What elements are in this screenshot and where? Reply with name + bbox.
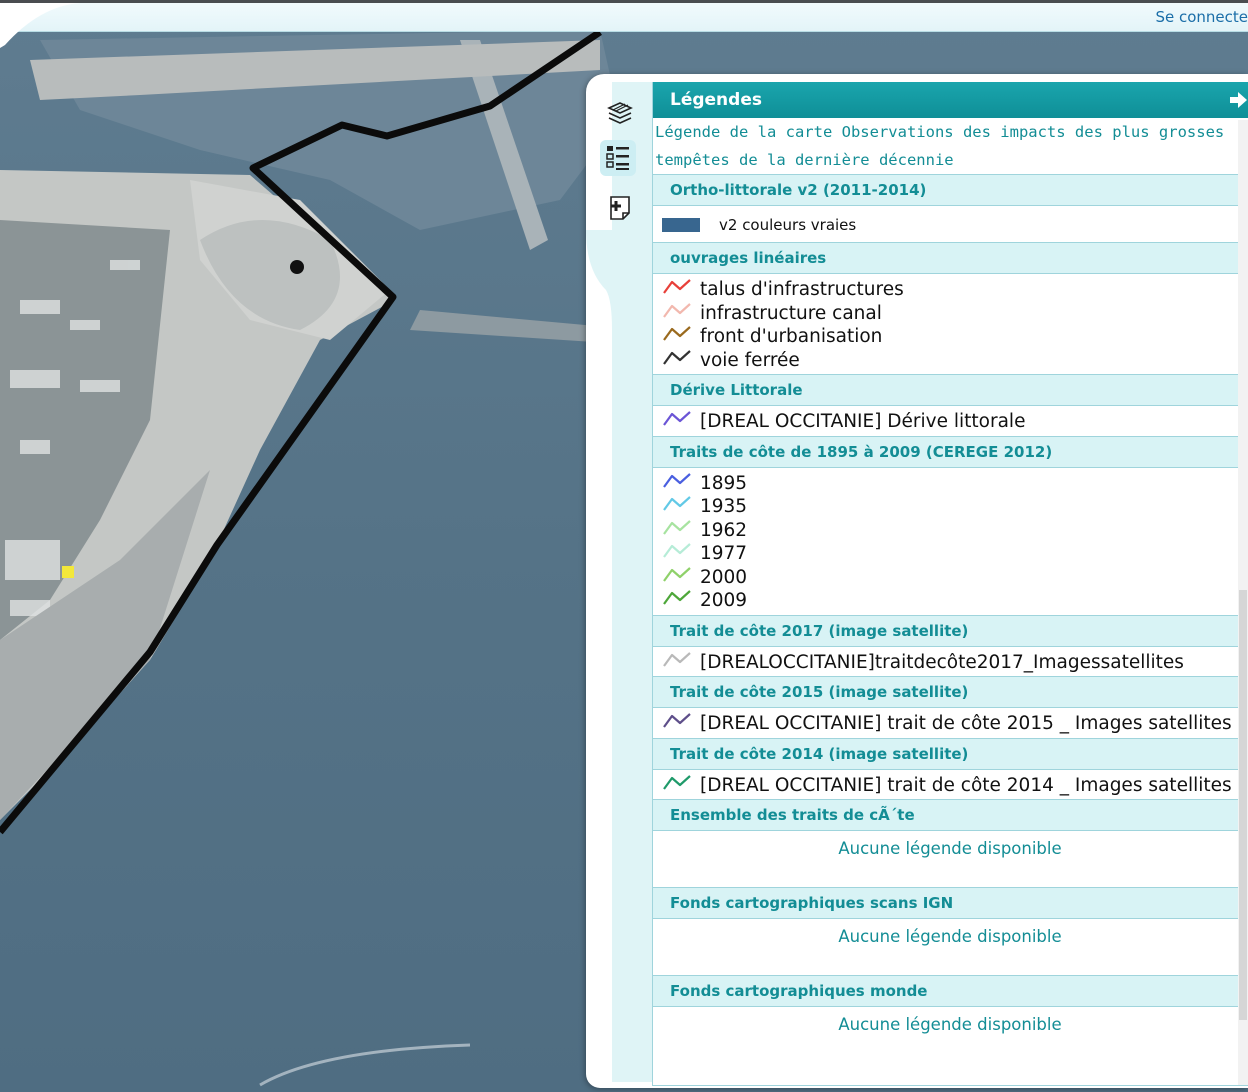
legend-group-body: Aucune légende disponible: [653, 831, 1238, 887]
side-panel-toolbar-bg: [612, 82, 652, 1082]
legend-group-body: [DREAL OCCITANIE] trait de côte 2015 _ I…: [653, 708, 1238, 738]
line-symbol-icon: [662, 301, 700, 326]
legend-group-header[interactable]: Trait de côte 2017 (image satellite): [653, 614, 1238, 647]
legend-item: [DREAL OCCITANIE] Dérive littorale: [662, 410, 1238, 434]
legend-item: talus d'infrastructures: [662, 278, 1238, 302]
legend-group-header[interactable]: Ortho-littorale v2 (2011-2014): [653, 174, 1238, 206]
legend-group-header[interactable]: Trait de côte 2014 (image satellite): [653, 737, 1238, 770]
legend-item-label: front d'urbanisation: [700, 326, 883, 348]
legend-panel: Légendes Légende de la carte Observation…: [652, 82, 1248, 1086]
topbar-corner-decoration: [0, 0, 80, 48]
line-symbol-icon: [662, 471, 700, 496]
legend-group-body: v2 couleurs vraies: [653, 206, 1238, 242]
line-symbol-icon: [662, 565, 700, 590]
legend-group-header[interactable]: Fonds cartographiques monde: [653, 975, 1238, 1007]
legend-item: front d'urbanisation: [662, 325, 1238, 349]
legend-item-label: 1895: [700, 472, 748, 494]
layers-icon[interactable]: [602, 96, 638, 132]
legend-item-label: [DREALOCCITANIE]traitdecôte2017_Imagessa…: [700, 651, 1184, 673]
legend-icon[interactable]: [600, 140, 636, 176]
legend-item-label: 1935: [700, 496, 748, 518]
add-layer-icon[interactable]: [602, 190, 638, 226]
line-symbol-icon: [662, 518, 700, 543]
legend-item-label: talus d'infrastructures: [700, 279, 904, 301]
line-symbol-icon: [662, 277, 700, 302]
no-legend-message: Aucune légende disponible: [838, 839, 1062, 858]
legend-group-body: Aucune légende disponible: [653, 919, 1238, 975]
line-symbol-icon: [662, 409, 700, 434]
legend-item-label: [DREAL OCCITANIE] trait de côte 2014 _ I…: [700, 774, 1232, 796]
line-symbol-icon: [662, 773, 700, 798]
line-symbol-icon: [662, 494, 700, 519]
legend-item: 1962: [662, 519, 1238, 543]
legend-item: 1895: [662, 472, 1238, 496]
legend-group-body: talus d'infrastructures infrastructure ca…: [653, 274, 1238, 374]
legend-item-label: 2000: [700, 566, 748, 588]
legend-group-body: [DREAL OCCITANIE] trait de côte 2014 _ I…: [653, 770, 1238, 800]
legend-group-header[interactable]: ouvrages linéaires: [653, 242, 1238, 274]
legend-item: infrastructure canal: [662, 302, 1238, 326]
legend-item: 1935: [662, 495, 1238, 519]
legend-item: [DREALOCCITANIE]traitdecôte2017_Imagessa…: [662, 651, 1238, 675]
collapse-arrow-icon[interactable]: [1228, 90, 1248, 110]
legend-scrollbar-thumb[interactable]: [1239, 590, 1247, 1020]
line-symbol-icon: [662, 711, 700, 736]
login-link[interactable]: Se connecte: [1155, 8, 1248, 26]
legend-item-label: v2 couleurs vraies: [719, 216, 857, 234]
legend-group-header[interactable]: Trait de côte 2015 (image satellite): [653, 676, 1238, 708]
line-symbol-icon: [662, 324, 700, 349]
side-panel-curve: [586, 230, 618, 330]
legend-item: voie ferrée: [662, 349, 1238, 373]
legend-item: v2 couleurs vraies: [662, 210, 1238, 240]
no-legend-message: Aucune légende disponible: [838, 927, 1062, 946]
legend-group-header[interactable]: Dérive Littorale: [653, 374, 1238, 406]
legend-group-header[interactable]: Ensemble des traits de cÃ´te: [653, 799, 1238, 831]
no-legend-message: Aucune légende disponible: [838, 1015, 1062, 1034]
top-bar: Se connecte: [0, 0, 1248, 32]
legend-item-label: 1977: [700, 543, 748, 565]
legend-scrollbar[interactable]: [1238, 120, 1248, 1085]
legend-header-title: Légendes: [670, 90, 762, 110]
legend-group-header[interactable]: Fonds cartographiques scans IGN: [653, 887, 1238, 919]
legend-group-body: [DREALOCCITANIE]traitdecôte2017_Imagessa…: [653, 647, 1238, 677]
legend-item: 2000: [662, 566, 1238, 590]
legend-group-body: [DREAL OCCITANIE] Dérive littorale: [653, 406, 1238, 436]
line-symbol-icon: [662, 588, 700, 613]
legend-item: 2009: [662, 589, 1238, 613]
legend-map-title: Légende de la carte Observations des imp…: [655, 123, 1225, 169]
window-top-edge: [0, 0, 1248, 3]
line-symbol-icon: [662, 348, 700, 373]
legend-content[interactable]: Légende de la carte Observations des imp…: [653, 118, 1248, 1085]
legend-item: 1977: [662, 542, 1238, 566]
legend-header: Légendes: [653, 82, 1248, 118]
legend-item: [DREAL OCCITANIE] trait de côte 2014 _ I…: [662, 774, 1238, 798]
legend-item-label: [DREAL OCCITANIE] Dérive littorale: [700, 411, 1026, 433]
legend-group-body: 1895 1935 1962 1977 2000 2009: [653, 468, 1238, 615]
legend-item: [DREAL OCCITANIE] trait de côte 2015 _ I…: [662, 712, 1238, 736]
line-symbol-icon: [662, 650, 700, 675]
legend-item-label: voie ferrée: [700, 349, 800, 371]
legend-item-label: [DREAL OCCITANIE] trait de côte 2015 _ I…: [700, 713, 1232, 735]
legend-group-body: Aucune légende disponible: [653, 1007, 1238, 1063]
line-symbol-icon: [662, 541, 700, 566]
legend-group-header[interactable]: Traits de côte de 1895 à 2009 (CEREGE 20…: [653, 435, 1238, 468]
legend-item-label: infrastructure canal: [700, 302, 882, 324]
color-swatch: [662, 218, 700, 232]
legend-item-label: 1962: [700, 519, 748, 541]
legend-item-label: 2009: [700, 590, 748, 612]
